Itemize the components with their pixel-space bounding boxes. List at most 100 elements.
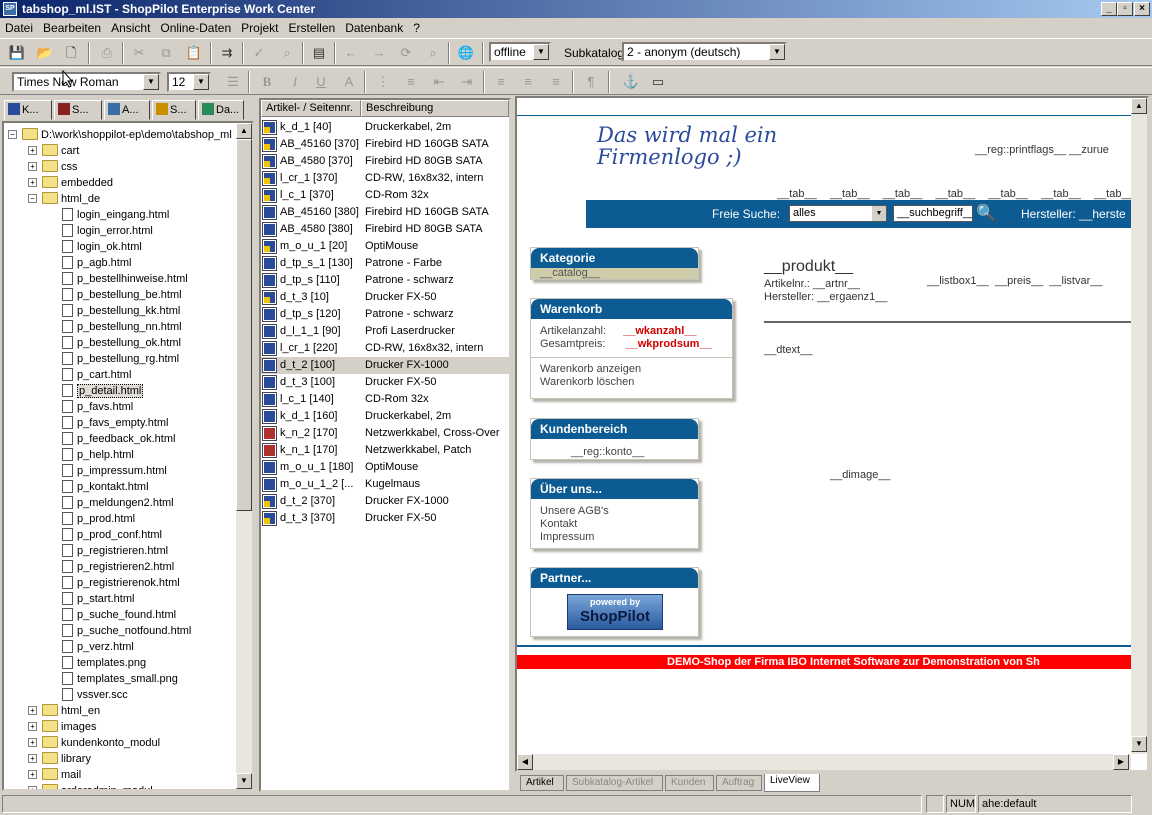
mode-select[interactable]: offline ▼ bbox=[489, 42, 551, 62]
article-row[interactable]: d_tp_s [110] Patrone - schwarz bbox=[261, 272, 509, 289]
tree-file[interactable]: p_favs_empty.html bbox=[62, 415, 169, 431]
view-tab[interactable]: Auftrag bbox=[716, 775, 762, 791]
italic-icon[interactable]: I bbox=[284, 71, 306, 93]
scroll-down-icon[interactable]: ▼ bbox=[236, 773, 252, 789]
menu-item-5[interactable]: Erstellen bbox=[284, 18, 341, 38]
tree-folder[interactable]: + html_en bbox=[28, 703, 100, 719]
tree-folder[interactable]: + cart bbox=[28, 143, 79, 159]
view-tab[interactable]: Kunden bbox=[665, 775, 714, 791]
article-row[interactable]: l_cr_1 [220] CD-RW, 16x8x32, intern bbox=[261, 340, 509, 357]
scroll-up-icon[interactable]: ▲ bbox=[236, 123, 252, 139]
view-tab[interactable]: Subkatalog-Artikel bbox=[566, 775, 663, 791]
ueber-uns-link[interactable]: Kontakt bbox=[531, 518, 698, 531]
chevron-down-icon[interactable]: ▼ bbox=[533, 44, 549, 60]
scroll-thumb[interactable] bbox=[236, 139, 252, 511]
back-arrow-icon[interactable]: ← bbox=[340, 42, 362, 64]
tree-folder[interactable]: + embedded bbox=[28, 175, 113, 191]
paste-icon[interactable]: 📋 bbox=[183, 42, 205, 64]
print-icon[interactable]: ⎙ bbox=[96, 42, 118, 64]
tree-file[interactable]: p_start.html bbox=[62, 591, 134, 607]
expand-icon[interactable]: + bbox=[28, 706, 37, 715]
close-button[interactable]: × bbox=[1134, 2, 1150, 16]
article-row[interactable]: d_t_3 [100] Drucker FX-50 bbox=[261, 374, 509, 391]
tree-file[interactable]: p_registrieren.html bbox=[62, 543, 168, 559]
indent-icon[interactable]: ⇥ bbox=[456, 71, 478, 93]
tree-file[interactable]: p_impressum.html bbox=[62, 463, 167, 479]
article-row[interactable]: AB_45160 [370] Firebird HD 160GB SATA bbox=[261, 136, 509, 153]
listbox-placeholder[interactable]: __listbox1__ __preis__ __listvar__ bbox=[927, 275, 1103, 287]
tree-file[interactable]: p_bestellung_nn.html bbox=[62, 319, 182, 335]
left-tab-0[interactable]: K... bbox=[4, 100, 52, 120]
tree-file[interactable]: p_bestellung_kk.html bbox=[62, 303, 180, 319]
article-row[interactable]: AB_4580 [380] Firebird HD 80GB SATA bbox=[261, 221, 509, 238]
article-row[interactable]: k_n_1 [170] Netzwerkkabel, Patch bbox=[261, 442, 509, 459]
chevron-down-icon[interactable]: ▼ bbox=[143, 74, 159, 90]
tree-file[interactable]: p_bestellung_rg.html bbox=[62, 351, 179, 367]
bold-icon[interactable]: B bbox=[256, 71, 278, 93]
tree-file[interactable]: p_registrieren2.html bbox=[62, 559, 174, 575]
article-row[interactable]: d_t_3 [10] Drucker FX-50 bbox=[261, 289, 509, 306]
left-tab-1[interactable]: S... bbox=[54, 100, 102, 120]
menu-item-7[interactable]: ? bbox=[408, 18, 425, 38]
tree-file[interactable]: login_ok.html bbox=[62, 239, 142, 255]
tree-file[interactable]: login_error.html bbox=[62, 223, 153, 239]
collapse-icon[interactable]: − bbox=[8, 130, 17, 139]
article-row[interactable]: k_n_2 [170] Netzwerkkabel, Cross-Over bbox=[261, 425, 509, 442]
font-size-select[interactable]: 12 ▼ bbox=[167, 72, 211, 92]
chevron-down-icon[interactable]: ▼ bbox=[872, 206, 886, 221]
menu-item-0[interactable]: Datei bbox=[0, 18, 38, 38]
warenkorb-loeschen-link[interactable]: Warenkorb löschen bbox=[531, 376, 732, 389]
scroll-up-icon[interactable]: ▲ bbox=[1131, 98, 1147, 114]
scroll-left-icon[interactable]: ◀ bbox=[517, 754, 533, 770]
open-folder-icon[interactable]: 📂 bbox=[34, 42, 56, 64]
magnifier-icon[interactable]: 🔍 bbox=[976, 200, 996, 228]
tree-file[interactable]: p_bestellhinweise.html bbox=[62, 271, 188, 287]
menu-item-3[interactable]: Online-Daten bbox=[155, 18, 236, 38]
article-row[interactable]: d_l_1_1 [90] Profi Laserdrucker bbox=[261, 323, 509, 340]
menu-item-4[interactable]: Projekt bbox=[236, 18, 283, 38]
left-tab-2[interactable]: A... bbox=[104, 100, 150, 120]
minimize-button[interactable]: _ bbox=[1101, 2, 1117, 16]
tree-file[interactable]: p_registrierenok.html bbox=[62, 575, 180, 591]
menu-item-6[interactable]: Datenbank bbox=[340, 18, 408, 38]
import-icon[interactable]: ⇉ bbox=[216, 42, 238, 64]
align-left-icon[interactable]: ≡ bbox=[490, 71, 512, 93]
tree-file[interactable]: p_bestellung_ok.html bbox=[62, 335, 181, 351]
tree-folder[interactable]: − html_de bbox=[28, 191, 100, 207]
cut-icon[interactable]: ✂ bbox=[128, 42, 150, 64]
outdent-icon[interactable]: ⇤ bbox=[428, 71, 450, 93]
live-preview[interactable]: Das wird mal ein Firmenlogo ;) __reg::pr… bbox=[515, 96, 1149, 772]
file-tree[interactable]: − D:\work\shoppilot-ep\demo\tabshop_ml + ca… bbox=[2, 121, 254, 791]
expand-icon[interactable]: + bbox=[28, 786, 37, 789]
tree-file[interactable]: p_meldungen2.html bbox=[62, 495, 174, 511]
tree-file[interactable]: p_cart.html bbox=[62, 367, 131, 383]
tree-folder[interactable]: + css bbox=[28, 159, 78, 175]
column-header-description[interactable]: Beschreibung bbox=[361, 100, 509, 117]
article-list[interactable]: Artikel- / Seitennr. Beschreibung k_d_1 … bbox=[259, 98, 511, 792]
expand-icon[interactable]: + bbox=[28, 146, 37, 155]
save-icon[interactable]: 💾 bbox=[6, 42, 28, 64]
tree-file[interactable]: p_verz.html bbox=[62, 639, 134, 655]
expand-icon[interactable]: + bbox=[28, 178, 37, 187]
tree-file[interactable]: p_prod.html bbox=[62, 511, 135, 527]
menu-item-1[interactable]: Bearbeiten bbox=[38, 18, 106, 38]
tree-folder[interactable]: − D:\work\shoppilot-ep\demo\tabshop_ml bbox=[8, 127, 232, 143]
collapse-icon[interactable]: − bbox=[28, 194, 37, 203]
refresh-icon[interactable]: ⟳ bbox=[395, 42, 417, 64]
chevron-down-icon[interactable]: ▼ bbox=[193, 74, 209, 90]
chevron-down-icon[interactable]: ▼ bbox=[769, 44, 785, 60]
search-scope-select[interactable]: alles ▼ bbox=[789, 205, 887, 222]
globe-icon[interactable]: 🌐 bbox=[455, 42, 477, 64]
article-row[interactable]: m_o_u_1_2 [... Kugelmaus bbox=[261, 476, 509, 493]
tree-file[interactable]: p_favs.html bbox=[62, 399, 133, 415]
expand-icon[interactable]: + bbox=[28, 738, 37, 747]
app-icon[interactable]: SP bbox=[3, 2, 17, 16]
view-tab[interactable]: Artikel bbox=[520, 775, 564, 791]
left-tab-4[interactable]: Da... bbox=[198, 100, 244, 120]
ueber-uns-link[interactable]: Unsere AGB's bbox=[531, 505, 698, 518]
article-row[interactable]: m_o_u_1 [180] OptiMouse bbox=[261, 459, 509, 476]
binoculars-icon[interactable]: ⌕ bbox=[276, 42, 298, 64]
article-row[interactable]: l_c_1 [140] CD-Rom 32x bbox=[261, 391, 509, 408]
article-row[interactable]: k_d_1 [160] Druckerkabel, 2m bbox=[261, 408, 509, 425]
tree-file[interactable]: login_eingang.html bbox=[62, 207, 169, 223]
